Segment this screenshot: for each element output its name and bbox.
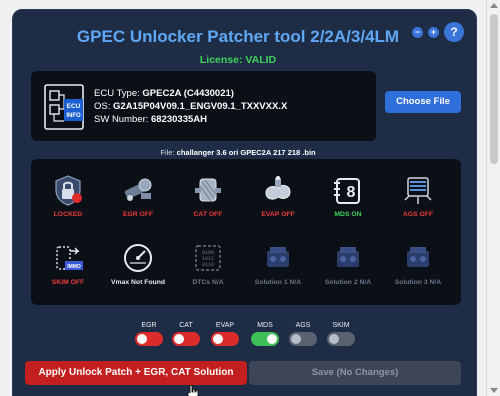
immo-chip-text: IMMO (67, 264, 81, 270)
toggle-mds: MDS (251, 322, 279, 346)
file-name-line: File: challanger 3.6 ori GPEC2A 217 218 … (13, 148, 463, 157)
feature-label: SKIM OFF (51, 279, 85, 286)
catalytic-converter-icon (195, 178, 221, 202)
apply-patch-button[interactable]: Apply Unlock Patch + EGR, CAT Solution (25, 361, 247, 385)
save-button[interactable]: Save (No Changes) (249, 361, 461, 385)
ecu-type-line: ECU Type: GPEC2A (C4430021) (94, 87, 287, 100)
minimize-icon[interactable]: − (412, 26, 423, 38)
features-grid: LOCKED EGR OFF CAT OFF EVAP OFF 8 MDS ON… (31, 159, 461, 305)
file-prefix: File: (160, 148, 177, 157)
toggle-label: EGR (141, 322, 157, 329)
feature-locked: LOCKED (33, 173, 103, 235)
svg-text:0110: 0110 (202, 262, 214, 268)
help-icon[interactable]: ? (444, 22, 464, 42)
toggle-cat: CAT (172, 322, 200, 346)
scroll-down-arrow-icon[interactable] (490, 388, 498, 393)
ecu-os-key: OS: (94, 101, 114, 112)
egr-valve-icon (124, 178, 152, 201)
feature-ags: AGS OFF (383, 173, 453, 235)
feature-solution-3: Solution 3 N/A (383, 241, 453, 303)
ecu-details: ECU Type: GPEC2A (C4430021) OS: G2A15P04… (94, 87, 287, 126)
feature-skim: IMMO SKIM OFF (33, 241, 103, 303)
expand-icon[interactable]: + (428, 26, 439, 38)
ecu-type-value: GPEC2A (C4430021) (142, 88, 234, 99)
ecu-icon-text-2: INFO (66, 113, 81, 119)
svg-text:8: 8 (347, 184, 356, 201)
toggle-ags: AGS (289, 322, 317, 346)
feature-label: Solution 1 N/A (254, 279, 302, 286)
speedometer-icon (124, 244, 152, 272)
toggle-evap: EVAP (211, 322, 239, 346)
feature-label: MDS ON (334, 211, 362, 218)
toggle-label: AGS (295, 322, 311, 329)
ecu-type-key: ECU Type: (94, 88, 143, 99)
ags-toggle-switch[interactable] (289, 332, 317, 346)
toggle-row: EGR CAT EVAP MDS AGS SKIM (133, 322, 355, 352)
feature-solution-2: Solution 2 N/A (313, 241, 383, 303)
engine-1-icon (267, 247, 289, 267)
evap-toggle-switch[interactable] (211, 332, 239, 346)
feature-cat: CAT OFF (173, 173, 243, 235)
toggle-skim: SKIM (327, 322, 355, 346)
ecu-icon-text-1: ECU (67, 103, 81, 110)
cat-toggle-switch[interactable] (172, 332, 200, 346)
feature-evap: EVAP OFF (243, 173, 313, 235)
ecu-sw-value: 68230335AH (151, 114, 208, 125)
file-name: challanger 3.6 ori GPEC2A 217 218 .bin (176, 148, 316, 157)
app-title: GPEC Unlocker Patcher tool 2/2A/3/4LM (76, 27, 400, 46)
feature-mds: 8 MDS ON (313, 173, 383, 235)
feature-label: Vmax Not Found (111, 279, 165, 286)
ecu-info-icon: ECU INFO (44, 84, 84, 130)
toggle-egr: EGR (135, 322, 163, 346)
lock-shield-icon (55, 175, 82, 206)
ecu-os-line: OS: G2A15P04V09.1_ENGV09.1_TXXVXX.X (94, 100, 287, 113)
engine-2-icon (337, 247, 359, 267)
feature-label: DTCs N/A (192, 279, 224, 286)
evap-canister-icon (265, 176, 291, 200)
toggle-label: MDS (257, 322, 273, 329)
feature-label: LOCKED (53, 211, 83, 218)
feature-dtcs: 0100 1011 0110 DTCs N/A (173, 241, 243, 303)
scrollbar-thumb[interactable] (490, 14, 498, 164)
main-panel: GPEC Unlocker Patcher tool 2/2A/3/4LM − … (12, 9, 477, 396)
feature-solution-1: Solution 1 N/A (243, 241, 313, 303)
window-controls: − + ? (412, 22, 464, 42)
mds-cylinder-icon: 8 (334, 178, 360, 204)
feature-label: EGR OFF (122, 211, 154, 218)
binary-chip-icon: 0100 1011 0110 (195, 245, 221, 271)
choose-file-button[interactable]: Choose File (385, 91, 461, 113)
scroll-up-arrow-icon[interactable] (490, 3, 498, 8)
toggle-label: SKIM (332, 322, 350, 329)
license-status: License: VALID (199, 54, 277, 66)
ecu-os-value: G2A15P04V09.1_ENGV09.1_TXXVXX.X (113, 101, 288, 112)
page-scrollbar[interactable] (486, 0, 500, 396)
ecu-sw-key: SW Number: (94, 114, 152, 125)
feature-egr: EGR OFF (103, 173, 173, 235)
skim-immobilizer-icon: IMMO (56, 246, 83, 270)
hand-cursor-icon (187, 385, 199, 396)
ecu-info-box: ECU INFO ECU Type: GPEC2A (C4430021) OS:… (31, 71, 376, 141)
feature-label: Solution 3 N/A (394, 279, 442, 286)
toggle-label: CAT (179, 322, 193, 329)
feature-label: AGS OFF (402, 211, 434, 218)
skim-toggle-switch[interactable] (327, 332, 355, 346)
feature-vmax: Vmax Not Found (103, 241, 173, 303)
engine-3-icon (407, 247, 429, 267)
mds-toggle-switch[interactable] (251, 332, 279, 346)
toggle-label: EVAP (215, 322, 235, 329)
feature-label: CAT OFF (193, 211, 223, 218)
ags-shutter-icon (404, 177, 432, 204)
feature-label: EVAP OFF (261, 211, 295, 218)
ecu-sw-line: SW Number: 68230335AH (94, 113, 287, 126)
egr-toggle-switch[interactable] (135, 332, 163, 346)
feature-label: Solution 2 N/A (324, 279, 372, 286)
